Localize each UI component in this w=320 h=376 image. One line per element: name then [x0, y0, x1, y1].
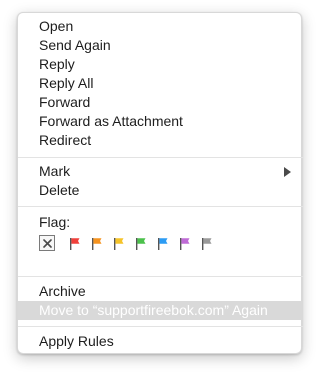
menu-item-reply[interactable]: Reply: [18, 55, 303, 74]
flag-purple-icon[interactable]: [179, 237, 191, 251]
menu-separator: [18, 206, 303, 207]
menu-item-archive[interactable]: Archive: [18, 282, 303, 301]
menu-separator: [18, 276, 303, 277]
flag-green-icon[interactable]: [135, 237, 147, 251]
menu-item-apply-rules[interactable]: Apply Rules: [18, 332, 303, 351]
flag-yellow-icon[interactable]: [113, 237, 125, 251]
flag-label: Flag:: [39, 214, 71, 230]
flag-gray-icon[interactable]: [201, 237, 213, 251]
menu-item-reply-all[interactable]: Reply All: [18, 74, 303, 93]
menu-item-open[interactable]: Open: [18, 17, 303, 36]
menu-item-delete[interactable]: Delete: [18, 181, 303, 200]
menu-separator: [18, 157, 303, 158]
menu-item-move-again[interactable]: Move to “supportfireebok.com” Again: [18, 301, 303, 320]
flag-color-row: [39, 235, 239, 253]
menu-item-redirect[interactable]: Redirect: [18, 131, 303, 150]
menu-separator: [18, 326, 303, 327]
context-menu: Open Send Again Reply Reply All Forward …: [17, 12, 303, 354]
flag-red-icon[interactable]: [69, 237, 81, 251]
menu-item-forward-as-attachment[interactable]: Forward as Attachment: [18, 112, 303, 131]
menu-item-mark-label: Mark: [39, 163, 71, 179]
menu-item-send-again[interactable]: Send Again: [18, 36, 303, 55]
menu-item-forward[interactable]: Forward: [18, 93, 303, 112]
flag-blue-icon[interactable]: [157, 237, 169, 251]
submenu-arrow-icon: [284, 167, 291, 177]
clear-flag-icon[interactable]: [39, 235, 55, 251]
flag-orange-icon[interactable]: [91, 237, 103, 251]
menu-item-mark[interactable]: Mark: [18, 162, 303, 181]
